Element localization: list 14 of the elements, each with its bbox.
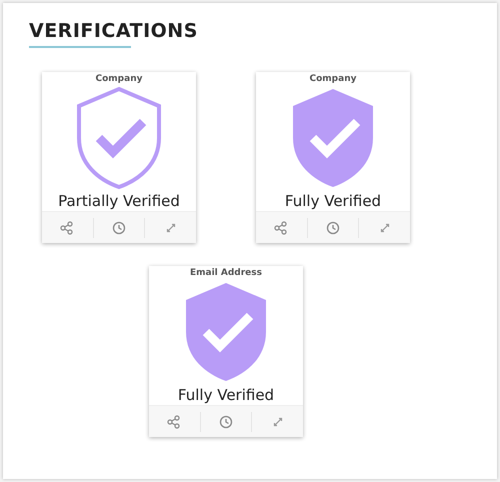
card-label: Email Address [190,268,262,279]
share-icon [60,220,74,234]
status-text: Partially Verified [58,191,180,211]
share-icon [167,414,182,428]
card-label: Company [96,74,142,85]
clock-icon [219,414,233,428]
status-text: Fully Verified [284,191,382,211]
status-text: Fully Verified [178,385,274,405]
clock-icon [112,220,126,234]
clock-icon [326,220,340,234]
card-label: Company [310,74,356,85]
section-title: VERIFICATIONS [29,19,199,43]
share-icon [274,220,288,234]
shield-check-icon [75,86,163,190]
